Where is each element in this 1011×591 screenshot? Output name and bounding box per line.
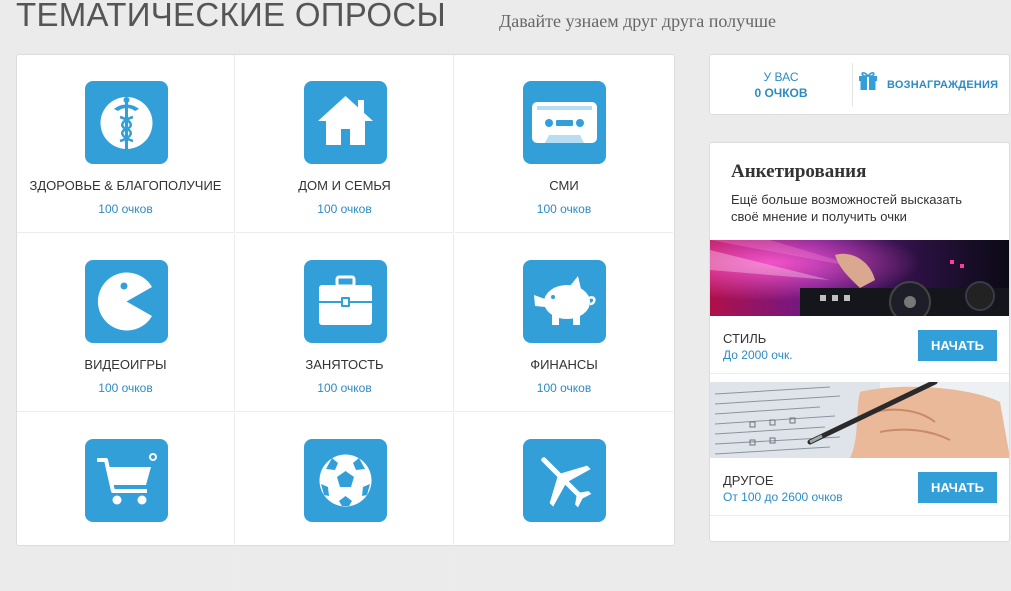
- category-label: СМИ: [549, 178, 579, 193]
- surveys-panel: Анкетирования Ещё больше возможностей вы…: [709, 142, 1010, 542]
- house-icon: [304, 81, 387, 164]
- dj-mixer-image: [710, 240, 1009, 316]
- category-points: 100 очков: [317, 381, 372, 395]
- category-points: 100 очков: [98, 202, 153, 216]
- category-label: Дом и семья: [298, 178, 391, 193]
- cassette-icon: [523, 81, 606, 164]
- surveys-title: Анкетирования: [731, 161, 867, 182]
- divider: [852, 63, 853, 107]
- briefcase-icon: [304, 260, 387, 343]
- category-tile-employment[interactable]: Занятость 100 очков: [236, 234, 454, 412]
- airplane-icon: [523, 439, 606, 522]
- user-points: У ВАС 0 ОЧКОВ: [710, 69, 852, 101]
- category-tile-shopping[interactable]: [17, 413, 235, 591]
- shopping-cart-icon: [85, 439, 168, 522]
- category-tile-videogames[interactable]: Видеоигры 100 очков: [17, 234, 235, 412]
- points-box: У ВАС 0 ОЧКОВ ВОЗНАГРАЖДЕНИЯ: [709, 54, 1010, 115]
- page-subtitle: Давайте узнаем друг друга получше: [499, 11, 776, 31]
- piggy-bank-icon: [523, 260, 606, 343]
- survey-reward: От 100 до 2600 очков: [723, 490, 843, 504]
- points-value: 0 ОЧКОВ: [754, 86, 808, 100]
- category-points: 100 очков: [317, 202, 372, 216]
- page-title: ТЕМАТИЧЕСКИЕ ОПРОСЫ: [16, 0, 447, 33]
- soccer-ball-icon: [304, 439, 387, 522]
- category-tile-health[interactable]: Здоровье & Благополучие 100 очков: [17, 55, 235, 233]
- category-label: Здоровье & Благополучие: [29, 178, 222, 193]
- start-survey-button[interactable]: НАЧАТЬ: [918, 472, 997, 503]
- category-tile-sport[interactable]: [236, 413, 454, 591]
- pacman-icon: [85, 260, 168, 343]
- category-tile-finance[interactable]: Финансы 100 очков: [455, 234, 673, 412]
- survey-reward: До 2000 очк.: [723, 348, 793, 362]
- caduceus-icon: [85, 81, 168, 164]
- category-tile-home-family[interactable]: Дом и семья 100 очков: [236, 55, 454, 233]
- category-label: Занятость: [305, 357, 384, 372]
- categories-grid: Здоровье & Благополучие 100 очков Дом и …: [16, 54, 675, 591]
- divider: [710, 515, 1009, 516]
- points-caption: У ВАС: [763, 70, 799, 84]
- category-tile-travel[interactable]: [455, 413, 673, 591]
- category-label: Финансы: [530, 357, 598, 372]
- rewards-label: ВОЗНАГРАЖДЕНИЯ: [887, 79, 999, 91]
- category-points: 100 очков: [98, 381, 153, 395]
- category-tile-media[interactable]: СМИ 100 очков: [455, 55, 673, 233]
- category-label: Видеоигры: [84, 357, 167, 372]
- divider: [710, 373, 1009, 374]
- category-points: 100 очков: [536, 381, 592, 395]
- gift-icon: [859, 72, 877, 90]
- start-survey-button[interactable]: НАЧАТЬ: [918, 330, 997, 361]
- survey-name: ДРУГОЕ: [723, 473, 774, 488]
- category-points: 100 очков: [536, 202, 592, 216]
- pen-questionnaire-image: [710, 382, 1009, 458]
- survey-name: СТИЛЬ: [723, 331, 767, 346]
- rewards-link[interactable]: ВОЗНАГРАЖДЕНИЯ: [856, 65, 1008, 105]
- surveys-description: Ещё больше возможностей высказать своё м…: [731, 192, 963, 224]
